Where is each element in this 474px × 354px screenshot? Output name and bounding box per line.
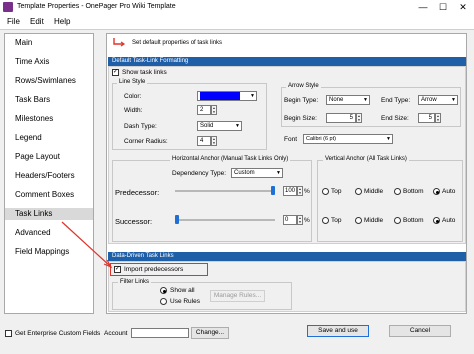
cancel-button[interactable]: Cancel xyxy=(389,325,451,337)
account-label: Account xyxy=(104,330,128,337)
save-and-use-button[interactable]: Save and use xyxy=(307,325,369,337)
enterprise-fields-checkbox[interactable] xyxy=(5,330,12,337)
change-account-button[interactable]: Change... xyxy=(191,327,229,339)
account-field[interactable] xyxy=(131,328,189,338)
enterprise-fields-label: Get Enterprise Custom Fields xyxy=(15,330,101,337)
annotation-arrow xyxy=(61,221,113,269)
